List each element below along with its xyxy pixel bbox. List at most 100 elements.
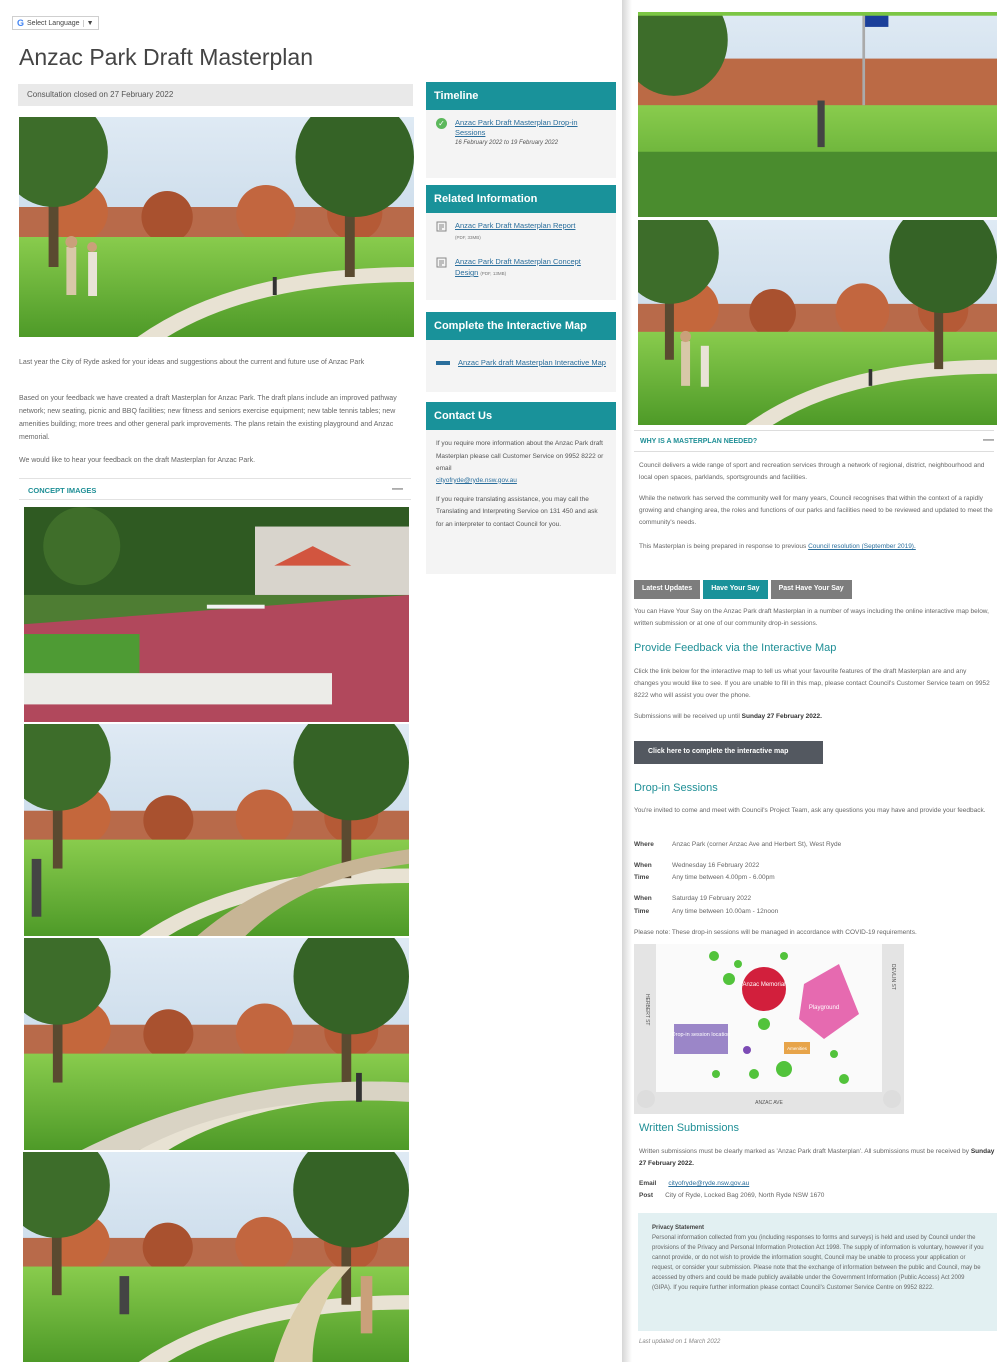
consultation-status-banner: Consultation closed on 27 February 2022: [18, 84, 413, 106]
email-link[interactable]: cityofryde@ryde.nsw.gov.au: [668, 1178, 749, 1190]
submissions-until-text: Submissions will be received up until: [634, 713, 740, 720]
timeline-dates: 16 February 2022 to 19 February 2022: [455, 140, 559, 146]
contact-email-link[interactable]: cityofryde@ryde.nsw.gov.au: [436, 476, 606, 486]
concept-image-plaza: [24, 507, 409, 722]
session1-time-row: Time Any time between 4.00pm - 6.00pm: [634, 872, 775, 884]
post-label: Post: [639, 1192, 654, 1199]
left-panel: G Select Language ▼ Anzac Park Draft Mas…: [0, 0, 620, 1362]
dropin-location-label: Drop-in session location: [672, 1032, 731, 1038]
herbert-st-label: HERBERT ST: [644, 994, 650, 1026]
email-label: Email: [639, 1180, 657, 1187]
email-row: Email cityofryde@ryde.nsw.gov.au: [639, 1178, 749, 1190]
anzac-ave-label: ANZAC AVE: [755, 1100, 783, 1106]
intro-paragraph-2: Based on your feedback we have created a…: [19, 395, 397, 441]
where-row: Where Anzac Park (corner Anzac Ave and H…: [634, 839, 841, 851]
hero-image: [19, 117, 414, 337]
park-render-lawn: [638, 220, 997, 425]
where-value: Anzac Park (corner Anzac Ave and Herbert…: [672, 841, 842, 848]
concept-design-size: (PDF, 13MB): [480, 271, 507, 276]
feedback-paragraph: Click the link below for the interactive…: [634, 668, 990, 699]
masterplan-report-link[interactable]: Anzac Park Draft Masterplan Report: [455, 221, 575, 230]
privacy-text: Personal information collected from you …: [652, 1235, 984, 1291]
contact-us-heading: Contact Us: [426, 402, 616, 430]
covid-note: Please note: These drop-in sessions will…: [634, 929, 917, 936]
document-icon: [436, 221, 447, 232]
contact-text: If you require more information about th…: [436, 440, 604, 472]
concept-design-link[interactable]: Anzac Park Draft Masterplan Concept Desi…: [455, 257, 581, 277]
time-label: Time: [634, 874, 650, 881]
privacy-heading: Privacy Statement: [652, 1225, 705, 1231]
why-paragraph-3-text: This Masterplan is being prepared in res…: [639, 543, 807, 550]
interactive-map-link[interactable]: Anzac Park draft Masterplan Interactive …: [458, 358, 606, 368]
timeline-box: Timeline ✓ Anzac Park Draft Masterplan D…: [426, 82, 616, 178]
last-updated: Last updated on 1 March 2022: [639, 1339, 721, 1345]
why-masterplan-accordion[interactable]: WHY IS A MASTERPLAN NEEDED? —: [634, 430, 994, 452]
intro-paragraph-3: We would like to hear your feedback on t…: [19, 457, 256, 464]
amenities-label: Amenities: [787, 1046, 808, 1051]
post-row: Post City of Ryde, Locked Bag 2069, Nort…: [639, 1190, 824, 1202]
feedback-heading: Provide Feedback via the Interactive Map: [634, 642, 837, 654]
concept-images-accordion[interactable]: CONCEPT IMAGES —: [19, 478, 411, 500]
dropin-heading: Drop-in Sessions: [634, 782, 718, 794]
session2-time-row: Time Any time between 10.00am - 12noon: [634, 906, 778, 918]
timeline-dropin-link[interactable]: Anzac Park Draft Masterplan Drop-in Sess…: [455, 118, 606, 138]
park-render-flagpole: [638, 12, 997, 217]
privacy-statement-box: Privacy Statement Personal information c…: [638, 1213, 997, 1331]
have-say-intro: You can Have Your Say on the Anzac Park …: [634, 608, 989, 627]
related-information-box: Related Information Anzac Park Draft Mas…: [426, 185, 616, 300]
related-information-heading: Related Information: [426, 185, 616, 213]
concept-images-heading: CONCEPT IMAGES: [28, 486, 97, 495]
collapse-icon[interactable]: —: [983, 434, 994, 446]
council-resolution-link[interactable]: Council resolution (September 2019).: [808, 543, 916, 550]
submissions-deadline: Submissions will be received up until Su…: [634, 711, 990, 723]
session2-time: Any time between 10.00am - 12noon: [672, 908, 779, 915]
map-icon: [436, 361, 450, 365]
session2-when: Saturday 19 February 2022: [672, 895, 752, 902]
language-selector-label: Select Language: [27, 19, 80, 27]
written-submissions-heading: Written Submissions: [639, 1122, 740, 1134]
concept-image-fitness: [23, 1152, 409, 1362]
written-submissions-text: Written submissions must be clearly mark…: [639, 1148, 970, 1155]
when-label: When: [634, 862, 652, 869]
collapse-icon[interactable]: —: [392, 483, 403, 495]
tab-bar: Latest Updates Have Your Say Past Have Y…: [634, 580, 852, 599]
when-label: When: [634, 895, 652, 902]
memorial-label: Anzac Memorial: [742, 982, 785, 988]
tab-past-have-your-say[interactable]: Past Have Your Say: [770, 580, 852, 599]
interactive-map-heading: Complete the Interactive Map: [426, 312, 616, 340]
concept-image-path: [24, 938, 409, 1150]
session1-time: Any time between 4.00pm - 6.00pm: [672, 874, 775, 881]
written-submissions-paragraph: Written submissions must be clearly mark…: [639, 1146, 995, 1170]
playground-label: Playground: [809, 1005, 839, 1011]
tab-have-your-say[interactable]: Have Your Say: [703, 580, 768, 599]
dropin-paragraph: You're invited to come and meet with Cou…: [634, 807, 986, 814]
why-masterplan-heading: WHY IS A MASTERPLAN NEEDED?: [640, 438, 758, 445]
masterplan-report-size: (PDF, 33MB): [455, 235, 481, 240]
session1-when: Wednesday 16 February 2022: [672, 862, 760, 869]
devlin-st-label: DEVLIN ST: [890, 964, 896, 990]
right-panel: WHY IS A MASTERPLAN NEEDED? — Council de…: [622, 0, 997, 1362]
google-icon: G: [17, 18, 25, 28]
contact-us-box: Contact Us If you require more informati…: [426, 402, 616, 574]
session1-when-row: When Wednesday 16 February 2022: [634, 860, 759, 872]
document-icon: [436, 257, 447, 268]
time-label: Time: [634, 908, 650, 915]
why-paragraph-2: While the network has served the communi…: [639, 495, 993, 526]
submissions-date: Sunday 27 February 2022.: [741, 713, 822, 720]
timeline-heading: Timeline: [426, 82, 616, 110]
check-circle-icon: ✓: [436, 118, 447, 129]
tab-latest-updates[interactable]: Latest Updates: [634, 580, 701, 599]
why-paragraph-3: This Masterplan is being prepared in res…: [639, 541, 995, 553]
interactive-map-box: Complete the Interactive Map Anzac Park …: [426, 312, 616, 392]
translating-text: If you require translating assistance, y…: [436, 495, 598, 528]
language-selector[interactable]: G Select Language ▼: [12, 16, 99, 30]
page-title: Anzac Park Draft Masterplan: [19, 44, 314, 70]
complete-map-button[interactable]: Click here to complete the interactive m…: [634, 741, 823, 764]
post-value: City of Ryde, Locked Bag 2069, North Ryd…: [665, 1192, 825, 1199]
session2-when-row: When Saturday 19 February 2022: [634, 893, 751, 905]
drop-in-location-map: Anzac Memorial Playground Drop-in sessio…: [634, 944, 904, 1114]
chevron-down-icon: ▼: [82, 19, 94, 27]
why-paragraph-1: Council delivers a wide range of sport a…: [639, 462, 985, 481]
where-label: Where: [634, 841, 654, 848]
intro-paragraph-1: Last year the City of Ryde asked for you…: [19, 359, 365, 366]
